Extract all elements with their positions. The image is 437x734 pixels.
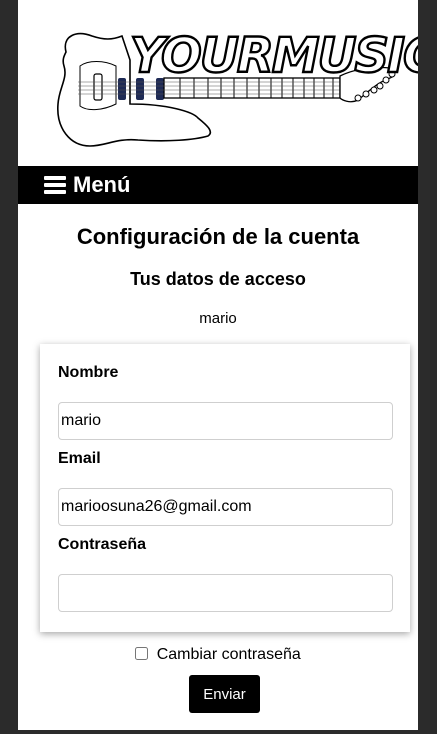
password-label: Contraseña [58,536,147,553]
username-display: mario [199,310,237,327]
email-label: Email [58,450,101,467]
menu-label: Menú [73,172,131,197]
name-label: Nombre [58,364,119,381]
section-title: Tus datos de acceso [130,269,306,289]
change-password-checkbox[interactable] [135,647,149,660]
menu-button[interactable]: Menú [18,166,418,204]
account-form: Nombre Email Contraseña [40,344,410,632]
logo: YOURMUSIC [18,0,418,166]
guitar-logo-icon: YOURMUSIC [57,27,418,147]
change-password-label[interactable]: Cambiar contraseña [157,646,301,663]
change-password-row: Cambiar contraseña [18,646,418,664]
name-field[interactable] [58,402,393,440]
page-title: Configuración de la cuenta [76,224,360,249]
page: YOURMUSIC Menú Configuración de la cuent… [18,0,418,730]
email-field[interactable] [58,488,393,526]
password-field[interactable] [58,574,393,612]
hamburger-icon [44,176,66,194]
submit-button[interactable]: Enviar [189,675,260,713]
svg-text:YOURMUSIC: YOURMUSIC [130,28,418,84]
